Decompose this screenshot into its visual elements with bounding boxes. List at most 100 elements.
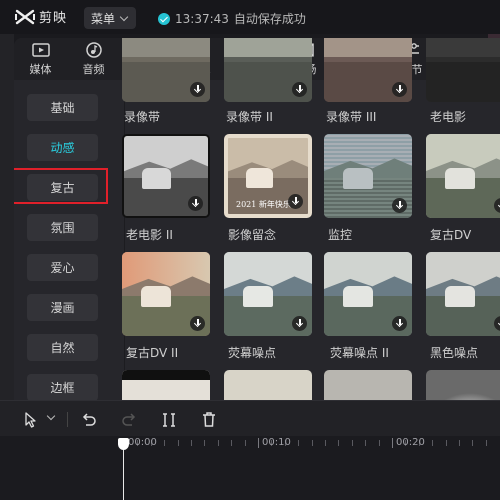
ruler-tick	[244, 440, 246, 446]
effect-thumb-row3-4[interactable]	[426, 370, 500, 400]
app-title: 剪映	[39, 11, 68, 26]
ruler-tick	[164, 440, 166, 446]
menu-button[interactable]: 菜单	[84, 7, 136, 29]
download-icon[interactable]	[392, 82, 407, 97]
category-border[interactable]: 边框	[27, 374, 98, 400]
media-icon	[31, 43, 50, 57]
effect-thumb-old-film-2[interactable]	[122, 134, 210, 218]
selection-highlight-box	[14, 168, 108, 204]
effect-thumb-screen-noise-2[interactable]	[324, 252, 412, 336]
effect-label: 录像带	[124, 110, 161, 124]
ruler-tick	[445, 440, 447, 446]
save-time: 13:37:43	[175, 11, 229, 26]
delete-icon[interactable]	[200, 411, 218, 429]
ruler-label: 00:00	[128, 437, 157, 448]
ruler-tick	[191, 440, 192, 446]
ruler-label: 00:10	[262, 437, 291, 448]
ruler-tick	[392, 438, 393, 448]
effect-label: 监控	[328, 228, 353, 242]
ruler-tick	[298, 440, 300, 446]
panel-divider	[124, 80, 125, 400]
ruler-tick	[177, 440, 179, 446]
effect-label: 荧幕噪点	[228, 346, 277, 360]
title-bar: 剪映 菜单 13:37:43 自动保存成功	[0, 0, 500, 34]
redo-icon[interactable]	[120, 411, 138, 429]
tab-media[interactable]: 媒体	[14, 38, 67, 80]
ruler-tick	[231, 440, 233, 446]
download-icon[interactable]	[292, 82, 307, 97]
playhead-line[interactable]	[123, 450, 124, 500]
effect-thumb-videotape-2[interactable]	[224, 38, 312, 102]
ruler-tick	[204, 440, 206, 446]
effect-thumb-row3-2[interactable]	[224, 370, 312, 400]
effect-label: 老电影	[430, 110, 467, 124]
select-cursor-icon[interactable]	[22, 411, 40, 429]
ruler-tick	[365, 440, 367, 446]
category-love[interactable]: 爱心	[27, 254, 98, 281]
download-icon[interactable]	[190, 82, 205, 97]
toolbar-divider	[67, 412, 68, 427]
chevron-down-icon	[119, 12, 129, 21]
effect-thumb-retro-dv-2[interactable]	[122, 252, 210, 336]
split-icon[interactable]	[160, 411, 178, 429]
download-icon[interactable]	[392, 316, 407, 331]
category-label: 氛围	[50, 221, 75, 235]
download-icon[interactable]	[292, 316, 307, 331]
category-label: 爱心	[50, 261, 75, 275]
ruler-tick	[485, 440, 487, 446]
tab-label: 媒体	[29, 63, 52, 76]
effect-label: 荧幕噪点 II	[330, 346, 389, 360]
category-basic[interactable]: 基础	[27, 94, 98, 121]
effect-thumb-souvenir[interactable]: 2021 新年快乐	[224, 134, 312, 218]
ruler-tick	[459, 440, 460, 446]
timeline-toolbar	[0, 400, 500, 436]
download-icon[interactable]	[188, 196, 203, 211]
souvenir-stamp: 2021 新年快乐	[236, 200, 291, 209]
effect-label: 复古DV II	[126, 346, 179, 360]
effect-thumb-retro-dv[interactable]	[426, 134, 500, 218]
left-edge-strip	[0, 34, 14, 400]
app-logo: 剪映	[14, 7, 67, 26]
ruler-tick	[472, 440, 474, 446]
ruler-tick	[432, 440, 434, 446]
effect-thumb-row3-1[interactable]	[122, 370, 210, 400]
ruler-tick	[258, 438, 259, 448]
download-icon[interactable]	[288, 194, 303, 209]
download-icon[interactable]	[190, 316, 205, 331]
category-label: 边框	[50, 381, 75, 395]
timeline: 00:00 00:10 00:20	[0, 400, 500, 500]
effect-thumb-videotape-3[interactable]	[324, 38, 412, 102]
category-label: 基础	[50, 101, 75, 115]
menu-label: 菜单	[91, 11, 116, 26]
effect-label: 老电影 II	[126, 228, 173, 242]
effect-thumb-surveillance[interactable]	[324, 134, 412, 218]
category-nature[interactable]: 自然	[27, 334, 98, 361]
undo-icon[interactable]	[80, 411, 98, 429]
effect-thumb-old-film[interactable]	[426, 38, 500, 102]
category-comic[interactable]: 漫画	[27, 294, 98, 321]
chevron-down-icon[interactable]	[46, 411, 56, 421]
category-label: 自然	[50, 341, 75, 355]
check-circle-icon	[158, 12, 170, 25]
audio-icon	[85, 42, 102, 58]
material-panel: 媒体 音频 文本 贴纸 特效 转场 滤镜 调节 基	[14, 38, 500, 400]
category-atmosphere[interactable]: 氛围	[27, 214, 98, 241]
save-status: 13:37:43 自动保存成功	[158, 10, 306, 27]
effect-label: 录像带 III	[326, 110, 377, 124]
playhead-handle[interactable]	[118, 438, 129, 450]
save-text: 自动保存成功	[233, 12, 306, 26]
ruler-label: 00:20	[396, 437, 425, 448]
effect-thumb-row3-3[interactable]	[324, 370, 412, 400]
tab-audio[interactable]: 音频	[67, 38, 120, 80]
tab-label: 音频	[82, 63, 105, 76]
effect-label: 黑色噪点	[430, 346, 479, 360]
category-dynamic[interactable]: 动感	[27, 134, 98, 161]
ruler-tick	[338, 440, 340, 446]
effect-thumb-screen-noise[interactable]	[224, 252, 312, 336]
effect-thumb-black-noise[interactable]	[426, 252, 500, 336]
category-label: 漫画	[50, 301, 75, 315]
effect-thumb-videotape[interactable]	[122, 38, 210, 102]
download-icon[interactable]	[392, 198, 407, 213]
ruler-tick	[378, 440, 380, 446]
timeline-ruler[interactable]	[14, 436, 500, 450]
